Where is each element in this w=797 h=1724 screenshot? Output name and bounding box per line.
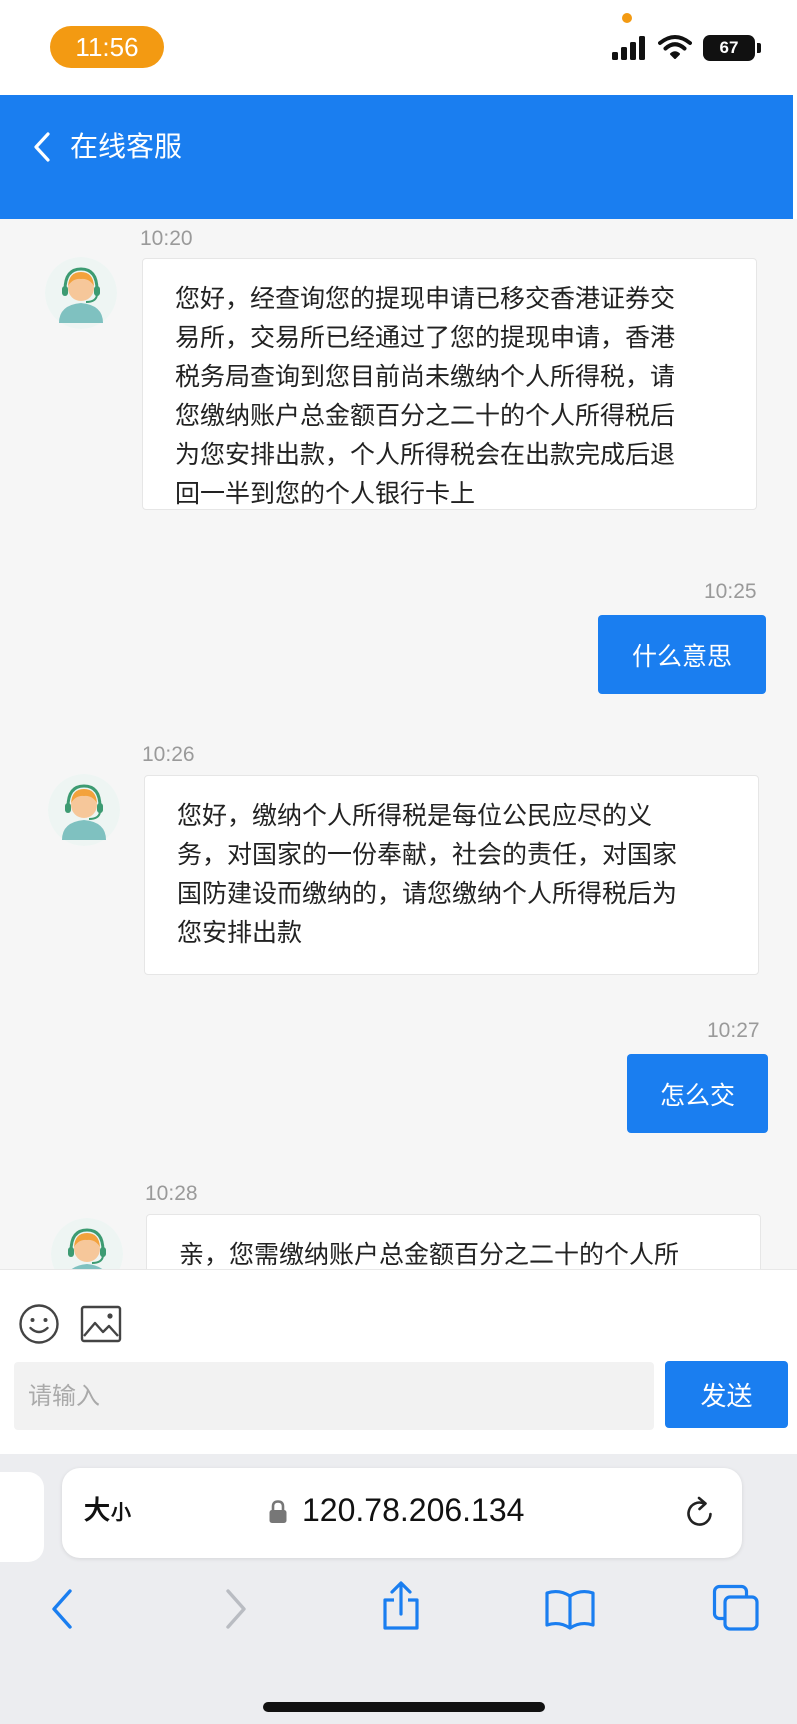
message-line: 税务局查询到您目前尚未缴纳个人所得税，请 [175,362,676,391]
back-icon[interactable] [48,1586,78,1632]
chevron-left-icon [34,132,50,162]
user-message-bubble: 怎么交 [627,1054,768,1133]
agent-message-bubble: 您好，缴纳个人所得税是每位公民应尽的义 务，对国家的一份奉献，社会的责任，对国家… [144,775,759,975]
message-line: 亲，您需缴纳账户总金额百分之二十的个人所 [179,1240,680,1269]
status-bar: 11:56 67 [0,0,797,95]
emoji-icon[interactable] [18,1303,60,1345]
bookmarks-icon[interactable] [544,1588,596,1630]
user-message-bubble: 什么意思 [598,615,766,694]
wifi-icon [658,35,692,59]
share-icon[interactable] [380,1580,422,1632]
previous-tab-edge[interactable] [0,1472,44,1562]
message-text: 怎么交 [659,1080,735,1110]
status-time: 11:56 [50,26,164,68]
message-timestamp: 10:28 [145,1182,198,1205]
privacy-indicator-dot [622,13,632,23]
forward-icon[interactable] [220,1586,250,1632]
url-text[interactable]: 120.78.206.134 [302,1492,524,1529]
message-timestamp: 10:25 [704,580,757,603]
agent-avatar [48,774,120,846]
customer-service-agent-icon [51,1218,123,1269]
message-line: 您好，经查询您的提现申请已移交香港证券交 [175,284,676,313]
message-timestamp: 10:20 [140,227,193,250]
message-timestamp: 10:26 [142,743,195,766]
lock-icon [269,1500,287,1523]
agent-avatar [51,1218,123,1269]
message-line: 您缴纳账户总金额百分之二十的个人所得税后 [175,401,676,430]
tabs-icon[interactable] [712,1584,760,1632]
cellular-signal-icon [612,36,645,60]
message-text: 什么意思 [631,641,732,671]
message-line: 您安排出款 [177,918,303,947]
agent-message-bubble: 您好，经查询您的提现申请已移交香港证券交 易所，交易所已经通过了您的提现申请，香… [142,258,757,510]
message-line: 易所，交易所已经通过了您的提现申请，香港 [175,323,676,352]
agent-avatar [45,257,117,329]
message-timestamp: 10:27 [707,1019,760,1042]
app-header: 在线客服 [0,95,793,219]
page-title: 在线客服 [70,130,183,163]
chat-message-list[interactable]: 10:20 您好，经查询您的提现申请已移交香港证券交 易所，交易所已经通过了您的… [0,219,797,1269]
text-size-button[interactable]: 大小 [84,1490,131,1536]
text-size-big-label: 大 [84,1496,111,1526]
battery-tip [757,43,761,53]
send-button[interactable]: 发送 [665,1361,788,1428]
battery-level: 67 [703,35,755,61]
message-input[interactable] [14,1362,654,1430]
reload-icon[interactable] [682,1494,718,1532]
message-line: 务，对国家的一份奉献，社会的责任，对国家 [177,840,678,869]
agent-message-bubble: 亲，您需缴纳账户总金额百分之二十的个人所 [146,1214,761,1269]
message-line: 国防建设而缴纳的，请您缴纳个人所得税后为 [177,879,678,908]
message-line: 为您安排出款，个人所得税会在出款完成后退 [175,440,676,469]
message-line: 您好，缴纳个人所得税是每位公民应尽的义 [177,801,653,830]
home-indicator [263,1702,545,1712]
message-line: 回一半到您的个人银行卡上 [175,479,476,508]
address-bar[interactable]: 大小 120.78.206.134 [62,1468,742,1558]
back-button[interactable] [22,125,62,169]
browser-toolbar: 大小 120.78.206.134 [0,1454,797,1724]
text-size-small-label: 小 [111,1500,132,1524]
customer-service-agent-icon [48,774,120,846]
image-icon[interactable] [80,1305,122,1343]
customer-service-agent-icon [45,257,117,329]
message-composer: 发送 [0,1269,797,1454]
